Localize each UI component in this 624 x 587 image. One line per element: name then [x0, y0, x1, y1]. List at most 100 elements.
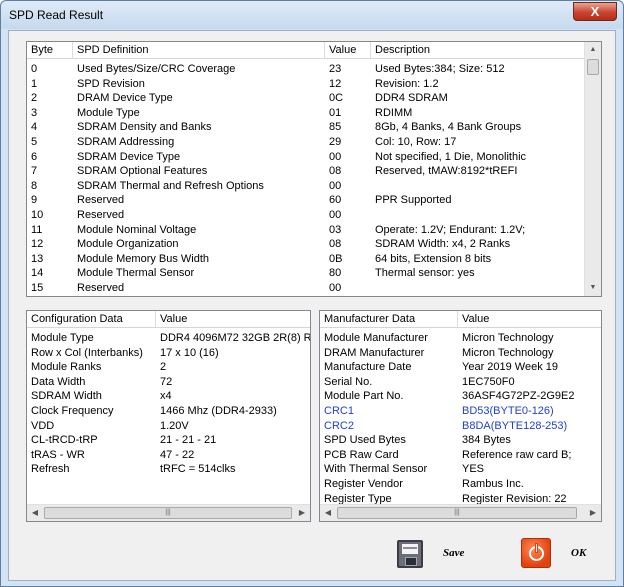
scroll-up-icon[interactable]: ▲ — [585, 42, 601, 58]
table-cell-value: Year 2019 Week 19 — [462, 361, 559, 374]
table-cell-byte: 1 — [31, 77, 38, 90]
table-cell-description: Reserved, tMAW:8192*tREFI — [375, 165, 518, 178]
table-cell-value: 03 — [329, 223, 342, 236]
table-row[interactable]: 0 Used Bytes/Size/CRC Coverage 23 Used Byte… — [27, 62, 583, 77]
table-row[interactable]: 8 SDRAM Thermal and Refresh Options 00 — [27, 179, 583, 194]
table-cell-manufacturer-data: SPD Used Bytes — [324, 434, 406, 447]
table-cell-spd-definition: Reserved — [77, 194, 125, 207]
table-cell-manufacturer-data: CRC1 — [324, 405, 354, 417]
table-row[interactable]: CRC2 B8DA(BYTE128-253) — [320, 419, 601, 434]
table-cell-value: 60 — [329, 194, 342, 207]
table-cell-manufacturer-data: Manufacture Date — [324, 361, 412, 374]
table-cell-spd-definition: Module Type — [77, 106, 140, 119]
table-row[interactable]: SPD Used Bytes 384 Bytes — [320, 433, 601, 448]
table-row[interactable]: 6 SDRAM Device Type 00 Not specified, 1 Die… — [27, 150, 583, 165]
column-header-value[interactable]: Value — [156, 311, 310, 327]
floppy-disk-icon[interactable] — [397, 540, 423, 568]
table-row[interactable]: DRAM Manufacturer Micron Technology — [320, 346, 601, 361]
table-row[interactable]: 9 Reserved 60 PPR Supported — [27, 193, 583, 208]
table-row[interactable]: Row x Col (Interbanks) 17 x 10 (16) — [27, 346, 310, 361]
table-cell-value: YES — [462, 463, 485, 476]
table-cell-byte: 2 — [31, 92, 38, 105]
table-row[interactable]: Refresh tRFC = 514clks — [27, 462, 310, 477]
column-header-spd-definition[interactable]: SPD Definition — [73, 42, 325, 58]
table-cell-byte: 15 — [31, 282, 44, 294]
configuration-horizontal-scrollbar[interactable]: ◀ ||| ▶ — [27, 504, 310, 521]
spd-vertical-scrollbar[interactable]: ▲ ▼ — [584, 42, 601, 296]
manufacturer-table[interactable]: Manufacturer Data Value Module Manufactu… — [319, 310, 602, 522]
scroll-left-icon[interactable]: ◀ — [27, 505, 43, 521]
column-header-description[interactable]: Description — [371, 42, 586, 58]
table-row[interactable]: Serial No. 1EC750F0 — [320, 375, 601, 390]
table-row[interactable]: CL-tRCD-tRP 21 - 21 - 21 — [27, 433, 310, 448]
table-cell-value: 1EC750F0 — [462, 375, 515, 388]
table-cell-description: 64 bits, Extension 8 bits — [375, 252, 492, 265]
save-button[interactable]: Save — [443, 547, 464, 559]
table-cell-spd-definition: SDRAM Thermal and Refresh Options — [77, 179, 264, 192]
scroll-right-icon[interactable]: ▶ — [585, 505, 601, 521]
table-row[interactable]: 1 SPD Revision 12 Revision: 1.2 — [27, 77, 583, 92]
scroll-down-icon[interactable]: ▼ — [585, 280, 601, 296]
column-header-value[interactable]: Value — [458, 311, 601, 327]
table-row[interactable]: tRAS - WR 47 - 22 — [27, 448, 310, 463]
manufacturer-table-header: Manufacturer Data Value — [320, 311, 601, 328]
table-row[interactable]: 7 SDRAM Optional Features 08 Reserved, tMAW… — [27, 164, 583, 179]
table-row[interactable]: 4 SDRAM Density and Banks 85 8Gb, 4 Banks, … — [27, 120, 583, 135]
table-row[interactable]: CRC1 BD53(BYTE0-126) — [320, 404, 601, 419]
table-row[interactable]: Manufacture Date Year 2019 Week 19 — [320, 360, 601, 375]
scroll-left-icon[interactable]: ◀ — [320, 505, 336, 521]
scroll-right-icon[interactable]: ▶ — [294, 505, 310, 521]
table-row[interactable]: 15 Reserved 00 — [27, 281, 583, 296]
table-cell-value: 2 — [160, 361, 167, 374]
table-row[interactable]: Data Width 72 — [27, 375, 310, 390]
column-header-value[interactable]: Value — [325, 42, 371, 58]
spd-table[interactable]: Byte SPD Definition Value Description 0 U… — [26, 41, 602, 297]
scroll-thumb[interactable]: ||| — [44, 507, 292, 519]
column-header-manufacturer-data[interactable]: Manufacturer Data — [320, 311, 458, 327]
table-cell-value: Micron Technology — [462, 346, 554, 359]
table-cell-configuration-data: tRAS - WR — [31, 448, 85, 461]
table-cell-configuration-data: Clock Frequency — [31, 405, 114, 417]
table-row[interactable]: 2 DRAM Device Type 0C DDR4 SDRAM — [27, 91, 583, 106]
table-row[interactable]: 12 Module Organization 08 SDRAM Width: x4, … — [27, 237, 583, 252]
table-row[interactable]: VDD 1.20V — [27, 419, 310, 434]
table-cell-value: BD53(BYTE0-126) — [462, 405, 554, 417]
table-row[interactable]: Register Vendor Rambus Inc. — [320, 477, 601, 492]
table-cell-value: 47 - 22 — [160, 448, 195, 461]
table-cell-value: 12 — [329, 77, 342, 90]
table-cell-description — [371, 179, 583, 193]
table-row[interactable]: PCB Raw Card Reference raw card B; — [320, 448, 601, 463]
table-row[interactable]: Module Part No. 36ASF4G72PZ-2G9E2 — [320, 389, 601, 404]
ok-button[interactable]: OK — [571, 547, 586, 559]
table-cell-byte: 14 — [31, 267, 44, 280]
table-row[interactable]: Module Manufacturer Micron Technology — [320, 331, 601, 346]
table-row[interactable]: SDRAM Width x4 — [27, 389, 310, 404]
scroll-thumb[interactable] — [587, 59, 599, 75]
configuration-table-header: Configuration Data Value — [27, 311, 310, 328]
column-header-configuration-data[interactable]: Configuration Data — [27, 311, 156, 327]
table-cell-value: 0C — [329, 92, 344, 105]
table-cell-spd-definition: SDRAM Density and Banks — [77, 121, 212, 134]
title-bar[interactable]: SPD Read Result X — [1, 1, 623, 29]
table-row[interactable]: 13 Module Memory Bus Width 0B 64 bits, Exte… — [27, 252, 583, 267]
table-row[interactable]: 5 SDRAM Addressing 29 Col: 10, Row: 17 — [27, 135, 583, 150]
table-row[interactable]: 11 Module Nominal Voltage 03 Operate: 1.2V;… — [27, 223, 583, 238]
manufacturer-horizontal-scrollbar[interactable]: ◀ ||| ▶ — [320, 504, 601, 521]
column-header-byte[interactable]: Byte — [27, 42, 73, 58]
table-cell-spd-definition: SDRAM Addressing — [77, 136, 175, 148]
table-row[interactable]: 3 Module Type 01 RDIMM — [27, 106, 583, 121]
table-cell-value: 80 — [329, 267, 342, 280]
table-row[interactable]: 14 Module Thermal Sensor 80 Thermal sensor:… — [27, 266, 583, 281]
table-cell-value: 1466 Mhz (DDR4-2933) — [160, 405, 277, 417]
table-row[interactable]: Module Type DDR4 4096M72 32GB 2R(8) R — [27, 331, 310, 346]
scroll-thumb[interactable]: ||| — [337, 507, 577, 519]
table-row[interactable]: Module Ranks 2 — [27, 360, 310, 375]
table-row[interactable]: Clock Frequency 1466 Mhz (DDR4-2933) — [27, 404, 310, 419]
configuration-table[interactable]: Configuration Data Value Module Type DDR4… — [26, 310, 311, 522]
power-icon[interactable] — [521, 538, 551, 568]
table-row[interactable]: With Thermal Sensor YES — [320, 462, 601, 477]
close-button[interactable]: X — [573, 2, 617, 21]
table-cell-byte: 6 — [31, 150, 38, 163]
table-cell-value: 72 — [160, 375, 173, 388]
table-row[interactable]: 10 Reserved 00 — [27, 208, 583, 223]
